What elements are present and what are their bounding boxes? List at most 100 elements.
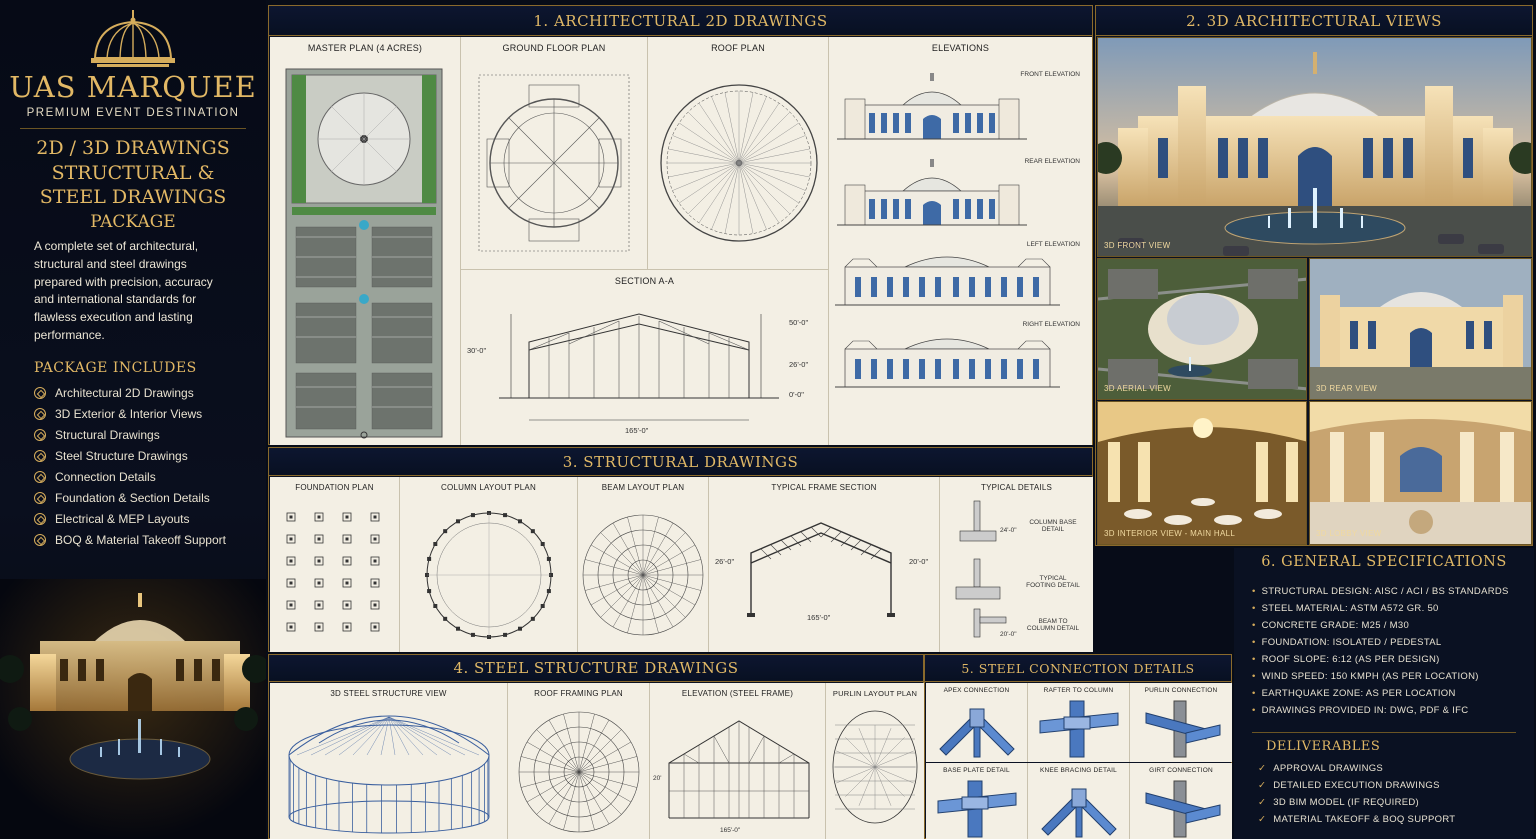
elevation-label: RIGHT ELEVATION [1022,321,1080,328]
drawing-title: TYPICAL FRAME SECTION [771,483,877,492]
drawing-title: COLUMN LAYOUT PLAN [441,483,536,492]
diamond-bullet-icon [34,491,46,504]
section-aa-sheet: SECTION A-A 30'-0" 50'-0" 26'-0" 0'-0" 1… [461,269,829,445]
purlin-connection-icon [1145,700,1221,758]
image-label: 3D INTERIOR VIEW - MAIN HALL [1104,529,1236,538]
connection-title: PURLIN CONNECTION [1144,687,1218,694]
section-title: 4. STEEL STRUCTURE DRAWINGS [269,655,923,682]
front-elevation-drawing [837,72,1027,140]
list-item: 3D Exterior & Interior Views [34,403,254,424]
roof-plan-drawing [660,84,818,242]
drawing-title: FOUNDATION PLAN [295,483,374,492]
package-heading: PACKAGE INCLUDES [34,360,197,376]
spec-item: WIND SPEED: 150 KMPH (AS PER LOCATION) [1252,668,1532,685]
rear-render [1310,259,1531,399]
deliverable-item: 3D BIM MODEL (IF REQUIRED) [1258,794,1528,811]
3d-rear-view-image: 3D REAR VIEW [1309,258,1532,400]
master-plan-sheet: MASTER PLAN (4 ACRES) [270,37,461,445]
list-item: BOQ & Material Takeoff Support [34,529,254,550]
detail-label: TYPICAL FOOTING DETAIL [1026,575,1080,589]
spec-item: EARTHQUAKE ZONE: AS PER LOCATION [1252,685,1532,702]
section-steel-structure: 4. STEEL STRUCTURE DRAWINGS 3D STEEL STR… [268,654,924,839]
3d-aerial-view-image: 3D AERIAL VIEW [1097,258,1307,400]
typical-details-sheet: TYPICAL DETAILS COLUMN BASE DETAIL TYPIC… [940,477,1093,652]
steel-elevation-drawing [668,720,810,819]
spec-item: CONCRETE GRADE: M25 / M30 [1252,617,1532,634]
girt-connection-icon [1145,780,1221,838]
dimension-label: 20'-0" [909,557,929,566]
dimension-label: 50'-0" [789,318,809,327]
roof-framing-drawing [518,711,640,833]
image-label: 3D LOBBY VIEW [1316,529,1382,538]
spec-item: STEEL MATERIAL: ASTM A572 GR. 50 [1252,600,1532,617]
section-title: 3. STRUCTURAL DRAWINGS [269,448,1092,476]
frame-section-drawing [747,522,895,617]
hero-line-4: PACKAGE [90,211,176,232]
list-item: Architectural 2D Drawings [34,382,254,403]
drawing-title: ELEVATIONS [931,43,990,53]
intro-text: A complete set of architectural, structu… [34,239,213,342]
image-label: 3D REAR VIEW [1316,384,1377,393]
hero-line-1: 2D / 3D DRAWINGS [36,137,230,159]
details-drawing [955,500,1007,638]
section-title: 1. ARCHITECTURAL 2D DRAWINGS [269,6,1092,36]
foundation-plan-sheet: FOUNDATION PLAN [270,477,400,652]
3d-interior-main-hall-image: 3D INTERIOR VIEW - MAIN HALL [1097,401,1307,545]
spec-item: ROOF SLOPE: 6:12 (AS PER DESIGN) [1252,651,1532,668]
deliverable-item: APPROVAL DRAWINGS [1258,760,1528,777]
hero-line-3: STEEL DRAWINGS [39,186,227,208]
diamond-bullet-icon [34,407,46,420]
column-layout-sheet: COLUMN LAYOUT PLAN [400,477,578,652]
steel-elevation-sheet: ELEVATION (STEEL FRAME) 20' 165'-0" [650,683,826,839]
apex-connection-icon [939,708,1015,758]
dimension-label: 165'-0" [625,426,649,435]
foundation-plan-drawing [286,512,380,632]
lobby-render [1310,402,1531,544]
knee-bracing-icon [1041,788,1117,838]
drawing-title: ROOF FRAMING PLAN [534,689,623,698]
drawing-title: BEAM LAYOUT PLAN [601,483,685,492]
deliverables-list: APPROVAL DRAWINGS DETAILED EXECUTION DRA… [1258,760,1528,828]
deliverable-item: DETAILED EXECUTION DRAWINGS [1258,777,1528,794]
drawing-title: SECTION A-A [614,276,675,286]
dimension-label: 0'-0" [789,390,804,399]
elevation-label: REAR ELEVATION [1024,158,1080,165]
connection-cell: RAFTER TO COLUMN [1028,683,1130,762]
night-render-image [0,579,266,839]
purlin-layout-sheet: PURLIN LAYOUT PLAN [826,683,924,839]
rear-elevation-drawing [837,158,1027,226]
connection-cell: GIRT CONNECTION [1130,763,1232,839]
drawing-title: ELEVATION (STEEL FRAME) [681,689,794,698]
master-plan-drawing [285,68,443,439]
section-title: 5. STEEL CONNECTION DETAILS [925,655,1231,682]
elevations-sheet: ELEVATIONS FRONT ELEVATION REAR ELEVATIO… [829,37,1092,445]
spec-list: STRUCTURAL DESIGN: AISC / ACI / BS STAND… [1252,583,1532,719]
3d-front-view-image: 3D FRONT VIEW [1097,37,1532,257]
spec-item: DRAWINGS PROVIDED IN: DWG, PDF & IFC [1252,702,1532,719]
connection-title: APEX CONNECTION [943,687,1010,694]
brand-tagline: PREMIUM EVENT DESTINATION [26,107,240,119]
connection-title: RAFTER TO COLUMN [1043,687,1114,694]
connection-title: GIRT CONNECTION [1149,767,1213,774]
roof-framing-sheet: ROOF FRAMING PLAN [508,683,650,839]
drawing-title: 3D STEEL STRUCTURE VIEW [330,689,447,698]
purlin-layout-drawing [832,710,918,824]
base-plate-icon [937,780,1017,838]
section-general-specs: 6. GENERAL SPECIFICATIONS STRUCTURAL DES… [1234,548,1534,839]
divider [1252,732,1516,733]
section-steel-connections: 5. STEEL CONNECTION DETAILS APEX CONNECT… [924,654,1232,839]
beam-layout-sheet: BEAM LAYOUT PLAN [578,477,709,652]
section-3d-views: 2. 3D ARCHITECTURAL VIEWS 3D FRONT VIEW [1095,5,1533,546]
dimension-label: 30'-0" [467,346,487,355]
spec-item: STRUCTURAL DESIGN: AISC / ACI / BS STAND… [1252,583,1532,600]
sidebar: UAS MARQUEE PREMIUM EVENT DESTINATION 2D… [0,0,266,839]
dimension-label: 20' [653,775,662,782]
diamond-bullet-icon [34,533,46,546]
diamond-bullet-icon [34,386,46,399]
diamond-bullet-icon [34,449,46,462]
3d-steel-drawing [288,715,490,834]
deliverables-heading: DELIVERABLES [1266,739,1381,754]
brand-title: UAS MARQUEE [9,70,257,104]
ground-floor-plan-sheet: GROUND FLOOR PLAN [461,37,648,269]
connection-cell: KNEE BRACING DETAIL [1028,763,1130,839]
